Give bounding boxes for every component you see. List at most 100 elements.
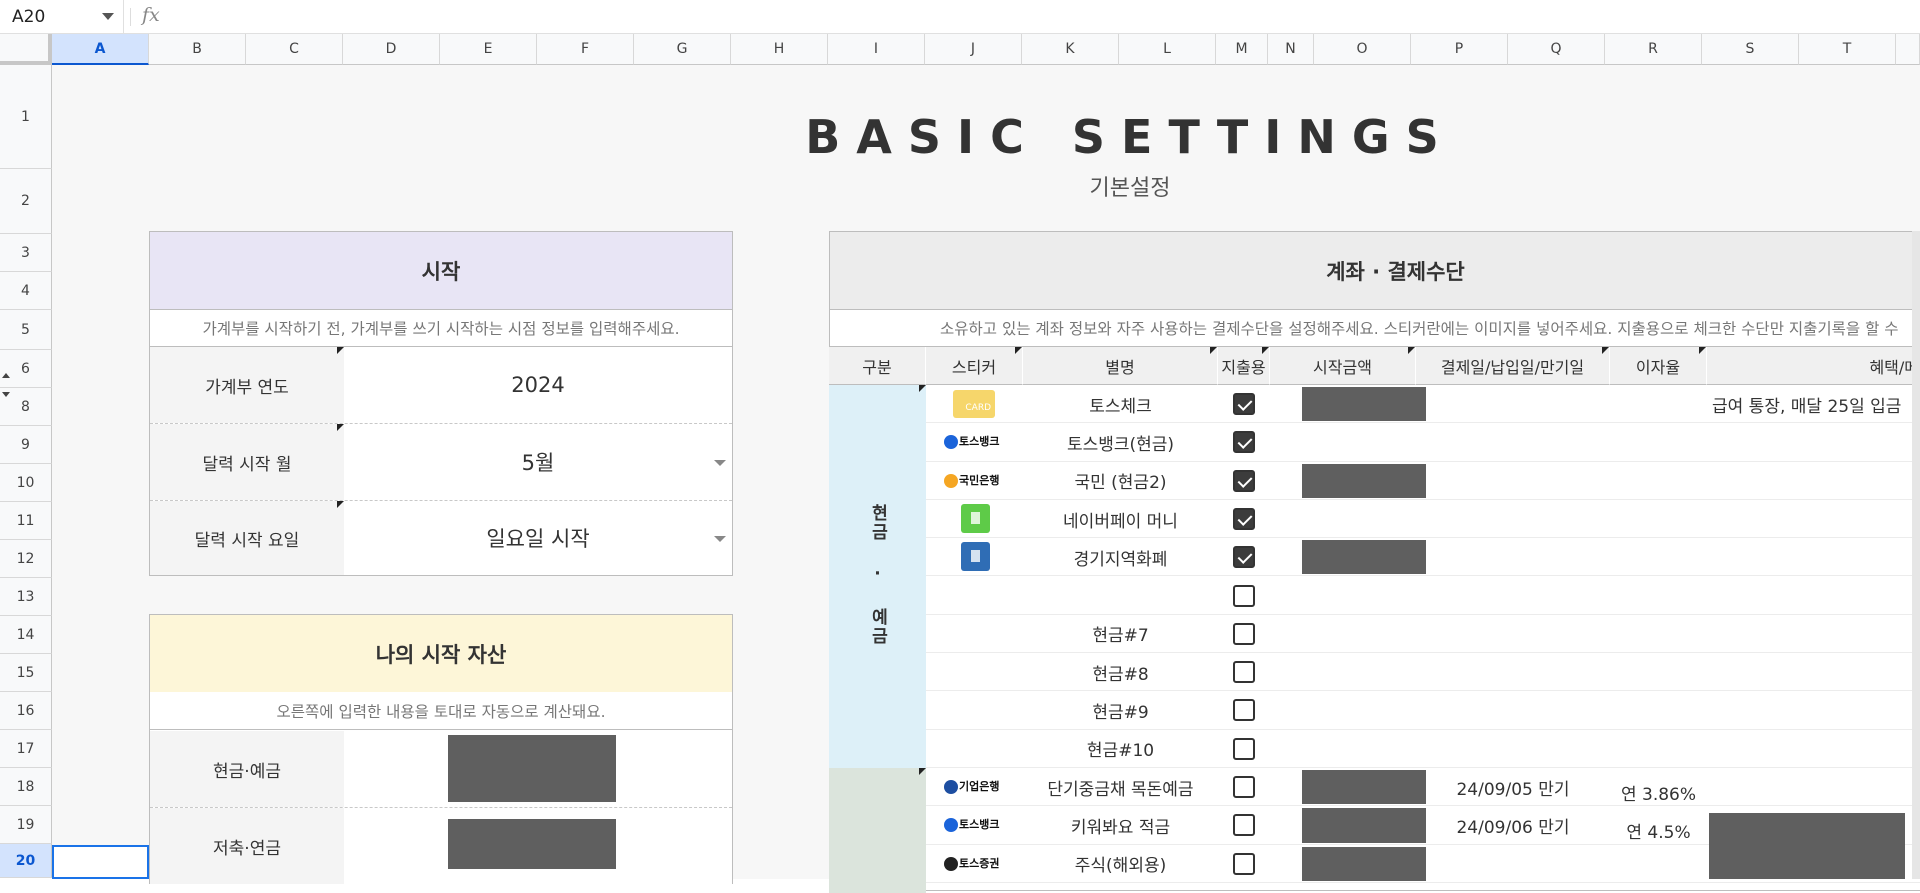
start-month-select[interactable]: 5월 [344,424,732,500]
column-header-c[interactable]: C [246,34,343,65]
account-name[interactable] [1023,577,1218,615]
start-weekday-select[interactable]: 일요일 시작 [344,501,732,575]
year-value[interactable]: 2024 [344,347,732,423]
row-header-16[interactable]: 16 [0,692,52,730]
row-header-4[interactable]: 4 [0,272,52,310]
benefit-note[interactable]: 급여 통장, 매달 25일 입금 [1712,385,1920,423]
spending-checkbox[interactable] [1233,469,1255,492]
column-header-k[interactable]: K [1022,34,1119,65]
account-name[interactable]: 현금#9 [1023,691,1218,729]
row-header-19[interactable]: 19 [0,806,52,844]
column-header-m[interactable]: M [1216,34,1268,65]
note-marker-icon [1408,347,1415,354]
row-header-13[interactable]: 13 [0,578,52,616]
column-header-j[interactable]: J [925,34,1022,65]
toss-securities-logo-icon [944,856,958,871]
row-header-17[interactable]: 17 [0,730,52,768]
spending-checkbox[interactable] [1233,699,1255,722]
redacted-amount [1302,846,1426,881]
account-name[interactable]: 토스뱅크(현금) [1023,423,1218,461]
spending-checkbox[interactable] [1233,814,1255,837]
column-header-n[interactable]: N [1268,34,1314,65]
spending-checkbox[interactable] [1233,776,1255,798]
toss-securities-logo: 토스증권 [959,856,1000,870]
chevron-down-icon[interactable] [102,13,114,20]
column-header-s[interactable]: S [1702,34,1799,65]
spending-checkbox[interactable] [1233,737,1255,760]
column-header-q[interactable]: Q [1508,34,1605,65]
formula-input[interactable] [175,4,1875,30]
row-header-5[interactable]: 5 [0,310,52,350]
column-header-p[interactable]: P [1411,34,1508,65]
spending-checkbox[interactable] [1233,622,1255,645]
column-header-g[interactable]: G [634,34,731,65]
toss-bank-logo: 토스뱅크 [959,435,1000,449]
accounts-panel-title: 계좌 · 결제수단 [1326,259,1465,284]
account-name[interactable]: 토스체크 [1023,385,1218,423]
column-header-l[interactable]: L [1119,34,1216,65]
start-panel: 시작 가계부를 시작하기 전, 가계부를 쓰기 시작하는 시점 정보를 입력해주… [149,231,733,576]
column-header-r[interactable]: R [1605,34,1702,65]
row-header-11[interactable]: 11 [0,502,52,540]
ibk-bank-logo-icon [944,780,958,794]
column-header-o[interactable]: O [1314,34,1411,65]
spending-checkbox[interactable] [1233,661,1255,684]
spending-checkbox[interactable] [1233,584,1255,607]
dropdown-arrow-icon[interactable] [714,536,726,542]
row-header-3[interactable]: 3 [0,234,52,272]
row-header-10[interactable]: 10 [0,464,52,502]
selected-cell-a20[interactable] [52,845,149,879]
start-weekday-label: 달력 시작 요일 [150,501,344,575]
scrollbar-track[interactable] [1912,231,1920,879]
redacted-amount [448,735,616,802]
account-name[interactable]: 현금#7 [1023,615,1218,653]
row-header-1[interactable]: 1 [0,65,52,169]
column-header-t[interactable]: T [1799,34,1896,65]
redacted-amount [1302,770,1426,805]
due-date[interactable]: 24/09/06 만기 [1416,806,1610,844]
note-marker-icon [1699,347,1706,354]
row-header-2[interactable]: 2 [0,169,52,234]
spending-checkbox[interactable] [1233,393,1255,415]
row-header-12[interactable]: 12 [0,540,52,578]
column-header-i[interactable]: I [828,34,925,65]
row-header-6[interactable]: 6 [0,350,52,388]
accounts-header-cell: 별명 [1023,347,1218,385]
due-date[interactable]: 24/09/05 만기 [1416,768,1610,806]
account-name[interactable]: 네이버페이 머니 [1023,500,1218,538]
year-label: 가계부 연도 [150,347,344,423]
dropdown-arrow-icon[interactable] [714,460,726,466]
select-all-corner[interactable] [0,34,52,65]
spending-checkbox[interactable] [1233,431,1255,454]
spending-checkbox[interactable] [1233,546,1255,569]
column-header-f[interactable]: F [537,34,634,65]
accounts-panel-header: 계좌 · 결제수단 [830,232,1920,309]
column-header-d[interactable]: D [343,34,440,65]
column-header-a[interactable]: A [52,34,149,65]
expand-down-icon[interactable] [2,392,10,397]
note-marker-icon [337,501,344,508]
account-name[interactable]: 단기중금채 목돈예금 [1023,768,1218,806]
account-name[interactable]: 현금#8 [1023,653,1218,691]
column-header-b[interactable]: B [149,34,246,65]
row-header-15[interactable]: 15 [0,654,52,692]
account-name[interactable]: 키워봐요 적금 [1023,806,1218,844]
row-header-18[interactable]: 18 [0,768,52,806]
column-header-h[interactable]: H [731,34,828,65]
row-header-9[interactable]: 9 [0,426,52,464]
column-header-e[interactable]: E [440,34,537,65]
spending-checkbox[interactable] [1233,507,1255,530]
note-marker-icon [919,385,926,392]
row-header-20[interactable]: 20 [0,844,52,878]
expand-up-icon[interactable] [2,373,10,378]
account-name[interactable]: 경기지역화폐 [1023,538,1218,576]
page-subtitle: 기본설정 [1089,176,1171,201]
account-name[interactable]: 현금#10 [1023,730,1218,768]
start-panel-title: 시작 [421,259,461,284]
account-name[interactable]: 국민 (현금2) [1023,462,1218,500]
column-header-overflow [1896,34,1920,65]
spending-checkbox[interactable] [1233,852,1255,875]
row-header-14[interactable]: 14 [0,616,52,654]
card-sticker-icon: CARD [953,390,995,418]
account-name[interactable]: 주식(해외용) [1023,845,1218,883]
